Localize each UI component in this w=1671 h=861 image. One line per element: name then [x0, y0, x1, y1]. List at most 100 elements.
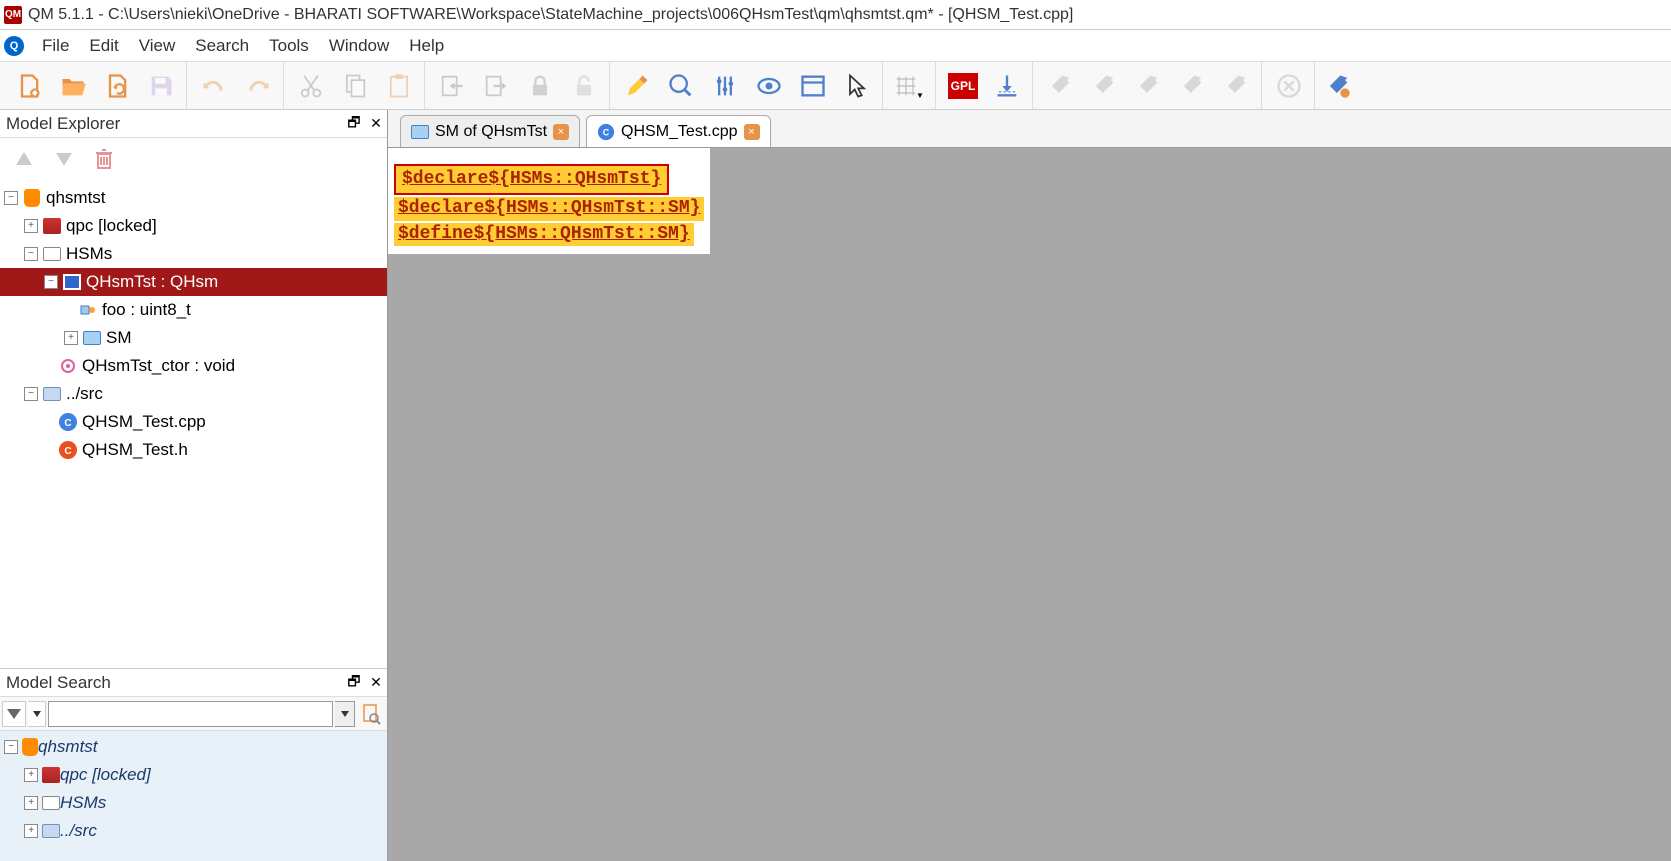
- tree-qhsmtst-class[interactable]: − QHsmTst : QHsm: [0, 268, 387, 296]
- tree-label: qhsmtst: [46, 188, 106, 208]
- tree-label: HSMs: [66, 244, 112, 264]
- expander-icon[interactable]: −: [4, 191, 18, 205]
- search-history-button[interactable]: [28, 701, 46, 727]
- folder-icon: [42, 385, 62, 403]
- pointer-button[interactable]: [836, 67, 878, 105]
- expander-icon[interactable]: +: [24, 824, 38, 838]
- tree-src[interactable]: − ../src: [0, 380, 387, 408]
- tree-h-file[interactable]: C QHSM_Test.h: [0, 436, 387, 464]
- search-go-button[interactable]: [357, 701, 385, 727]
- undo-button[interactable]: [193, 67, 235, 105]
- menu-view[interactable]: View: [129, 32, 186, 60]
- expander-icon[interactable]: −: [4, 740, 18, 754]
- model-tree[interactable]: − qhsmtst + qpc [locked] − HSMs − QHsmTs…: [0, 180, 387, 668]
- move-up-button[interactable]: [8, 143, 40, 175]
- app-icon: QM: [4, 6, 22, 24]
- menu-search[interactable]: Search: [185, 32, 259, 60]
- build5-button[interactable]: [1215, 67, 1257, 105]
- menu-file[interactable]: File: [32, 32, 79, 60]
- tree-label: qpc [locked]: [66, 216, 157, 236]
- search-dropdown-button[interactable]: [335, 701, 355, 727]
- search-result-label: qpc [locked]: [60, 765, 151, 785]
- paste-button[interactable]: [378, 67, 420, 105]
- search-result-hsms[interactable]: + HSMs: [0, 789, 387, 817]
- expander-icon[interactable]: +: [24, 768, 38, 782]
- expander-icon[interactable]: −: [24, 247, 38, 261]
- search-input[interactable]: [48, 701, 333, 727]
- open-button[interactable]: [52, 67, 94, 105]
- search-restore-button[interactable]: 🗗: [343, 673, 365, 693]
- build1-button[interactable]: [1039, 67, 1081, 105]
- tab-cpp[interactable]: C QHSM_Test.cpp ×: [586, 115, 770, 147]
- statemachine-icon: [411, 124, 429, 140]
- search-result-root[interactable]: − qhsmtst: [0, 733, 387, 761]
- tree-hsms[interactable]: − HSMs: [0, 240, 387, 268]
- import-button[interactable]: [431, 67, 473, 105]
- search-collapse-button[interactable]: [2, 701, 26, 727]
- menu-tools[interactable]: Tools: [259, 32, 319, 60]
- settings-button[interactable]: [704, 67, 746, 105]
- grid-button[interactable]: ▼: [889, 67, 931, 105]
- clean-button[interactable]: [616, 67, 658, 105]
- gpl-button[interactable]: GPL: [942, 67, 984, 105]
- code-line-1[interactable]: $declare${HSMs::QHsmTst}: [394, 164, 669, 195]
- menu-edit[interactable]: Edit: [79, 32, 128, 60]
- build4-button[interactable]: [1171, 67, 1213, 105]
- build2-button[interactable]: [1083, 67, 1125, 105]
- tab-bar: SM of QHsmTst × C QHSM_Test.cpp ×: [388, 110, 1671, 148]
- search-result-qpc[interactable]: + qpc [locked]: [0, 761, 387, 789]
- menu-window[interactable]: Window: [319, 32, 399, 60]
- explorer-toolbar: [0, 138, 387, 180]
- expander-icon[interactable]: −: [24, 387, 38, 401]
- lock-button[interactable]: [519, 67, 561, 105]
- reload-button[interactable]: [96, 67, 138, 105]
- search-close-button[interactable]: ✕: [365, 673, 387, 693]
- expander-icon[interactable]: −: [44, 275, 58, 289]
- export-button[interactable]: [475, 67, 517, 105]
- expander-icon[interactable]: +: [64, 331, 78, 345]
- svg-text:C: C: [64, 418, 71, 429]
- menu-help[interactable]: Help: [399, 32, 454, 60]
- search-result-label: qhsmtst: [38, 737, 98, 757]
- unlock-button[interactable]: [563, 67, 605, 105]
- tree-root[interactable]: − qhsmtst: [0, 184, 387, 212]
- code-line-2[interactable]: $declare${HSMs::QHsmTst::SM}: [394, 197, 704, 220]
- layout-button[interactable]: [792, 67, 834, 105]
- model-icon: [22, 738, 38, 756]
- code-line-3[interactable]: $define${HSMs::QHsmTst::SM}: [394, 223, 694, 246]
- editor-area: SM of QHsmTst × C QHSM_Test.cpp × $decla…: [388, 110, 1671, 861]
- tab-label: SM of QHsmTst: [435, 123, 547, 141]
- cut-button[interactable]: [290, 67, 332, 105]
- tree-label: QHSM_Test.h: [82, 440, 188, 460]
- copy-button[interactable]: [334, 67, 376, 105]
- explorer-close-button[interactable]: ✕: [365, 114, 387, 134]
- build3-button[interactable]: [1127, 67, 1169, 105]
- save-button[interactable]: [140, 67, 182, 105]
- tree-ctor[interactable]: QHsmTst_ctor : void: [0, 352, 387, 380]
- expander-icon[interactable]: +: [24, 219, 38, 233]
- zoom-button[interactable]: [660, 67, 702, 105]
- left-panel: Model Explorer 🗗 ✕ − qhsmtst + qpc [lock…: [0, 110, 388, 861]
- tree-cpp-file[interactable]: C QHSM_Test.cpp: [0, 408, 387, 436]
- tree-qpc[interactable]: + qpc [locked]: [0, 212, 387, 240]
- editor-content[interactable]: $declare${HSMs::QHsmTst} $declare${HSMs:…: [388, 148, 1671, 861]
- tree-sm[interactable]: + SM: [0, 324, 387, 352]
- tab-close-button[interactable]: ×: [553, 124, 569, 140]
- new-model-button[interactable]: [8, 67, 50, 105]
- redo-button[interactable]: [237, 67, 279, 105]
- view-button[interactable]: [748, 67, 790, 105]
- search-result-src[interactable]: + ../src: [0, 817, 387, 845]
- stop-button[interactable]: [1268, 67, 1310, 105]
- download-button[interactable]: [986, 67, 1028, 105]
- tab-close-button[interactable]: ×: [744, 124, 760, 140]
- model-search-header: Model Search 🗗 ✕: [0, 669, 387, 697]
- move-down-button[interactable]: [48, 143, 80, 175]
- tree-foo[interactable]: foo : uint8_t: [0, 296, 387, 324]
- search-results: − qhsmtst + qpc [locked] + HSMs +: [0, 731, 387, 861]
- explorer-restore-button[interactable]: 🗗: [343, 114, 365, 134]
- expander-icon[interactable]: +: [24, 796, 38, 810]
- cpp-file-icon: C: [597, 124, 615, 140]
- tab-sm[interactable]: SM of QHsmTst ×: [400, 115, 580, 147]
- configure-button[interactable]: [1317, 67, 1359, 105]
- delete-button[interactable]: [88, 143, 120, 175]
